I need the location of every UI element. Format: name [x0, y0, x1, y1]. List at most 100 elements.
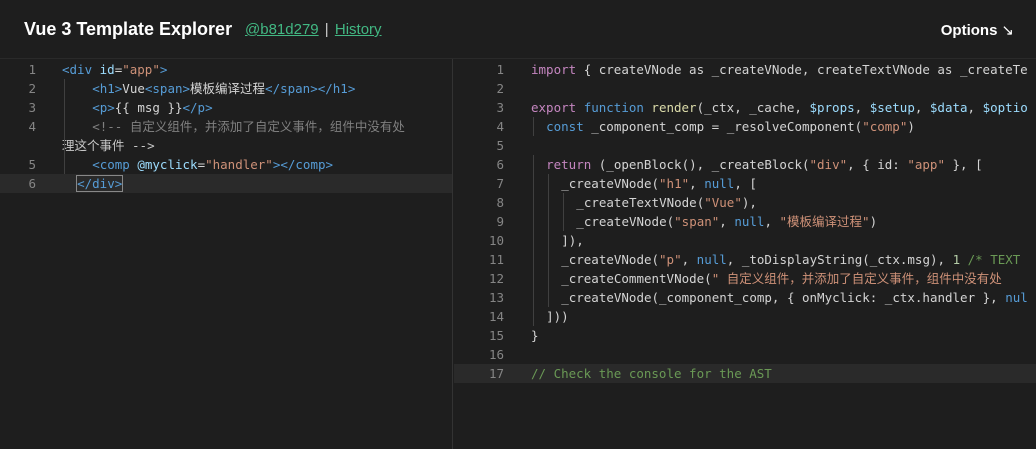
line-number: 13 — [488, 290, 504, 305]
indent-guide — [547, 212, 549, 231]
commit-link[interactable]: @b81d279 — [245, 21, 319, 38]
template-code[interactable]: 1 <div id="app"> 2 <h1>Vue<span>模板编译过程</spa… — [0, 59, 452, 193]
line-number: 2 — [496, 81, 504, 96]
code-token: "Vue" — [704, 195, 742, 210]
indent-guide — [532, 307, 534, 326]
code-line: 5 — [454, 136, 1036, 155]
code-line: 4 <!-- 自定义组件，并添加了自定义事件，组件中没有处理这个事件 --> — [0, 117, 452, 155]
line-number: 10 — [488, 233, 504, 248]
code-text: import { createVNode as _createVNode, cr… — [531, 60, 1028, 79]
code-token: _createCommentVNode( — [561, 271, 712, 286]
version-links: @b81d279 | History — [245, 21, 382, 38]
code-text: _createVNode("span", null, "模板编译过程") — [576, 212, 877, 231]
code-token: function — [583, 100, 652, 115]
line-number: 12 — [488, 271, 504, 286]
line-number: 9 — [496, 214, 504, 229]
line-number: 3 — [28, 100, 36, 115]
code-token: <comp — [92, 157, 138, 172]
indent-guide — [547, 250, 549, 269]
code-token: , — [681, 252, 697, 267]
arrow-down-right-icon: ↘ — [1001, 22, 1014, 39]
template-editor[interactable]: 1 <div id="app"> 2 <h1>Vue<span>模板编译过程</spa… — [0, 59, 453, 449]
code-token: <p> — [92, 100, 115, 115]
header-bar: Vue 3 Template Explorer @b81d279 | Histo… — [0, 0, 1036, 59]
code-token: _component_comp = _resolveComponent( — [591, 119, 863, 134]
code-line: 3 export function render(_ctx, _cache, $p… — [454, 98, 1036, 117]
code-token: </div> — [76, 175, 124, 192]
indent-guide — [547, 174, 549, 193]
code-token: ></comp> — [272, 157, 334, 172]
history-link[interactable]: History — [335, 21, 382, 38]
code-token: _createVNode( — [561, 176, 660, 191]
code-token: nul — [1005, 290, 1028, 305]
code-token: </span></h1> — [265, 81, 356, 96]
code-token: "p" — [659, 252, 682, 267]
code-token: , — [689, 176, 705, 191]
code-token: "app" — [907, 157, 945, 172]
code-line: 2 <h1>Vue<span>模板编译过程</span></h1> — [0, 79, 452, 98]
indent-guide — [562, 193, 564, 212]
options-label: Options — [940, 22, 998, 39]
indent-guide — [547, 269, 549, 288]
code-text: // Check the console for the AST — [531, 364, 772, 383]
indent-guide — [532, 117, 534, 136]
code-token: , { id: — [847, 157, 908, 172]
compiled-output-editor[interactable]: 1 import { createVNode as _createVNode, c… — [454, 59, 1036, 449]
wrapped-continuation: 理这个事件 --> — [62, 138, 155, 153]
code-line: 11 _createVNode("p", null, _toDisplayStri… — [454, 250, 1036, 269]
code-token: (_openBlock(), _createBlock( — [598, 157, 810, 172]
code-token: return — [546, 157, 599, 172]
code-text: <!-- 自定义组件，并添加了自定义事件，组件中没有处 — [92, 117, 405, 136]
code-line: 10]), — [454, 231, 1036, 250]
code-token: </p> — [182, 100, 213, 115]
indent-guide — [532, 174, 534, 193]
line-number: 4 — [28, 119, 36, 134]
code-token: null — [704, 176, 735, 191]
code-line: 1 import { createVNode as _createVNode, c… — [454, 60, 1036, 79]
code-token: ]), — [561, 233, 584, 248]
code-line: 16 — [454, 345, 1036, 364]
line-number: 3 — [496, 100, 504, 115]
options-button[interactable]: Options ↘ — [941, 21, 1014, 39]
code-token: {{ msg }} — [114, 100, 183, 115]
link-separator: | — [324, 21, 329, 38]
code-token: " 自定义组件，并添加了自定义事件，组件中没有处 — [711, 271, 1002, 286]
code-text: } — [531, 326, 539, 345]
indent-guide — [532, 231, 534, 250]
code-token: <span> — [144, 81, 191, 96]
code-token: 1 — [952, 252, 961, 267]
line-number: 8 — [496, 195, 504, 210]
code-text: const _component_comp = _resolveComponen… — [546, 117, 915, 136]
code-line: 6 return (_openBlock(), _createBlock("div… — [454, 155, 1036, 174]
code-text: <div id="app"> — [62, 60, 167, 79]
output-code[interactable]: 1 import { createVNode as _createVNode, c… — [454, 59, 1036, 383]
line-number: 7 — [496, 176, 504, 191]
indent-guide — [532, 212, 534, 231]
code-line: 6 </div> — [0, 174, 452, 193]
indent-guide — [532, 193, 534, 212]
code-text: _createCommentVNode(" 自定义组件，并添加了自定义事件，组件… — [561, 269, 1002, 288]
indent-guide — [532, 288, 534, 307]
code-token: Vue — [122, 81, 145, 96]
code-token: "div" — [809, 157, 848, 172]
code-line: 9 _createVNode("span", null, "模板编译过程") — [454, 212, 1036, 231]
code-token: , _toDisplayString(_ctx.msg), — [726, 252, 953, 267]
code-token: , — [967, 100, 983, 115]
code-token: const — [546, 119, 592, 134]
line-number: 14 — [488, 309, 504, 324]
code-token: /* TEXT — [960, 252, 1028, 267]
code-token: ) — [869, 214, 878, 229]
code-token: "模板编译过程" — [779, 214, 870, 229]
code-text: _createTextVNode("Vue"), — [576, 193, 757, 212]
code-token: , — [914, 100, 930, 115]
line-number: 5 — [28, 157, 36, 172]
code-token: // Check the console for the AST — [531, 366, 772, 381]
code-token: null — [696, 252, 727, 267]
line-number: 4 — [496, 119, 504, 134]
line-number: 11 — [488, 252, 504, 267]
code-token: } — [531, 328, 539, 343]
indent-guide — [63, 155, 65, 174]
indent-guide — [532, 155, 534, 174]
code-line: 2 — [454, 79, 1036, 98]
app-title: Vue 3 Template Explorer — [24, 19, 233, 39]
